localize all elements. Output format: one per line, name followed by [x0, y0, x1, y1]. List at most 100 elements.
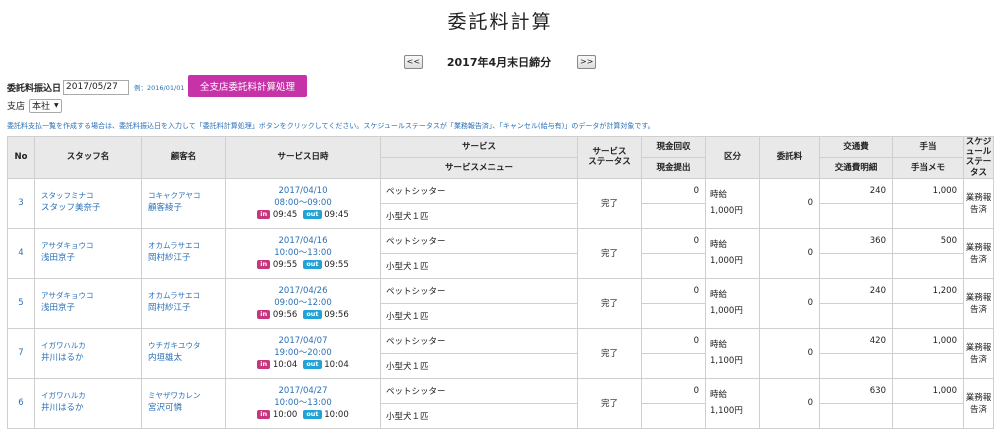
customer-kana[interactable]: ミヤザワカレン [148, 390, 225, 402]
header-cash-submit: 現金提出 [641, 156, 706, 179]
table-row: 4 アサダキョウコ 浅田京子 オカムラサエコ 岡村紗江子 2017/04/16 10:00～… [7, 227, 994, 279]
page-title: 委託料計算 [447, 11, 553, 33]
in-badge: in [257, 310, 271, 320]
staff-kana[interactable]: イガワハルカ [41, 340, 141, 352]
transport-detail [819, 302, 893, 329]
service-status: 完了 [577, 377, 642, 429]
customer-kana[interactable]: ウチガキユウタ [148, 340, 225, 352]
out-time: 09:56 [324, 310, 349, 321]
row-no[interactable]: 7 [7, 327, 35, 379]
commission: 0 [759, 377, 820, 429]
staff-cell[interactable]: イガワハルカ 井川はるか [34, 327, 142, 379]
customer-kana[interactable]: オカムラサエコ [148, 290, 225, 302]
staff-name[interactable]: スタッフ美奈子 [41, 202, 141, 216]
staff-name[interactable]: 井川はるか [41, 352, 141, 366]
service-menu: 小型犬１匹 [380, 402, 578, 429]
staff-cell[interactable]: アサダキョウコ 浅田京子 [34, 277, 142, 329]
transfer-date-input[interactable] [63, 79, 130, 95]
header-schedule-status: スケジュール ステータス [963, 136, 994, 179]
out-time: 10:04 [324, 360, 349, 371]
transport-detail [819, 402, 893, 429]
customer-cell[interactable]: コキャクアヤコ 顧客綾子 [141, 177, 226, 229]
allowance: 1,000 [892, 177, 964, 204]
header-commission: 委託料 [759, 136, 820, 179]
category-rate: 1,100円 [710, 356, 743, 367]
out-time: 09:45 [324, 210, 349, 221]
customer-name[interactable]: 岡村紗江子 [148, 252, 225, 266]
row-no[interactable]: 6 [7, 377, 35, 429]
cash-collect: 0 [641, 177, 706, 204]
staff-name[interactable]: 浅田京子 [41, 252, 141, 266]
customer-name[interactable]: 顧客綾子 [148, 202, 225, 216]
in-time: 09:45 [272, 210, 298, 221]
schedule-status: 業務報告済 [963, 327, 994, 379]
customer-kana[interactable]: コキャクアヤコ [148, 190, 225, 202]
transport: 240 [819, 277, 893, 304]
allowance: 1,000 [892, 327, 964, 354]
category-type: 時給 [710, 190, 728, 201]
in-time: 09:55 [272, 260, 298, 271]
staff-kana[interactable]: アサダキョウコ [41, 240, 141, 252]
service-date[interactable]: 2017/04/10 [226, 185, 380, 197]
commission: 0 [759, 227, 820, 279]
header-transport: 交通費 [819, 136, 893, 158]
chevron-down-icon: ▼ [54, 102, 59, 109]
cash-submit [641, 352, 706, 379]
customer-name[interactable]: 内垣雄太 [148, 352, 225, 366]
out-badge: out [303, 210, 322, 220]
staff-name[interactable]: 井川はるか [41, 402, 141, 416]
out-badge: out [303, 260, 322, 270]
staff-cell[interactable]: イガワハルカ 井川はるか [34, 377, 142, 429]
service-datetime-cell: 2017/04/10 08:00～09:00 in 09:45 out 09:45 [225, 177, 381, 229]
transport: 240 [819, 177, 893, 204]
staff-kana[interactable]: アサダキョウコ [41, 290, 141, 302]
service-name: ペットシッター [380, 227, 578, 254]
customer-cell[interactable]: ウチガキユウタ 内垣雄太 [141, 327, 226, 379]
in-badge: in [257, 260, 271, 270]
service-menu: 小型犬１匹 [380, 302, 578, 329]
in-badge: in [257, 410, 271, 420]
service-date[interactable]: 2017/04/07 [226, 335, 380, 347]
staff-cell[interactable]: アサダキョウコ 浅田京子 [34, 227, 142, 279]
customer-cell[interactable]: ミヤザワカレン 宮沢可憐 [141, 377, 226, 429]
customer-kana[interactable]: オカムラサエコ [148, 240, 225, 252]
header-service-datetime: サービス日時 [225, 136, 381, 179]
out-badge: out [303, 410, 322, 420]
service-date[interactable]: 2017/04/16 [226, 235, 380, 247]
customer-cell[interactable]: オカムラサエコ 岡村紗江子 [141, 277, 226, 329]
row-no[interactable]: 3 [7, 177, 35, 229]
staff-name[interactable]: 浅田京子 [41, 302, 141, 316]
staff-kana[interactable]: イガワハルカ [41, 390, 141, 402]
cash-collect: 0 [641, 277, 706, 304]
row-no[interactable]: 5 [7, 277, 35, 329]
header-allowance-memo: 手当メモ [892, 156, 964, 179]
service-time: 09:00～12:00 [274, 298, 332, 309]
table-row: 3 スタッフミナコ スタッフ美奈子 コキャクアヤコ 顧客綾子 2017/04/10 08:0… [7, 177, 994, 229]
service-date[interactable]: 2017/04/27 [226, 385, 380, 397]
row-no[interactable]: 4 [7, 227, 35, 279]
checkin-checkout: in 10:00 out 10:00 [226, 409, 380, 421]
in-time: 10:04 [272, 360, 298, 371]
header-no: No [7, 136, 35, 179]
allowance-memo [892, 352, 964, 379]
transport-detail [819, 252, 893, 279]
next-period-button[interactable]: >> [577, 55, 597, 69]
service-datetime-cell: 2017/04/07 19:00～20:00 in 10:04 out 10:04 [225, 327, 381, 379]
customer-name[interactable]: 岡村紗江子 [148, 302, 225, 316]
staff-kana[interactable]: スタッフミナコ [41, 190, 141, 202]
calc-all-branches-button[interactable]: 全支店委託料計算処理 [188, 75, 307, 97]
customer-name[interactable]: 宮沢可憐 [148, 402, 225, 416]
service-datetime-cell: 2017/04/27 10:00～13:00 in 10:00 out 10:00 [225, 377, 381, 429]
service-date[interactable]: 2017/04/26 [226, 285, 380, 297]
service-time: 10:00～13:00 [274, 248, 332, 259]
in-badge: in [257, 210, 271, 220]
period-nav: << 2017年4月末日締分 >> [0, 53, 1000, 71]
staff-cell[interactable]: スタッフミナコ スタッフ美奈子 [34, 177, 142, 229]
branch-select[interactable]: 本社 ▼ [29, 98, 62, 113]
prev-period-button[interactable]: << [403, 55, 423, 69]
customer-cell[interactable]: オカムラサエコ 岡村紗江子 [141, 227, 226, 279]
checkin-checkout: in 09:45 out 09:45 [226, 209, 380, 221]
in-time: 10:00 [272, 410, 298, 421]
service-name: ペットシッター [380, 327, 578, 354]
branch-label: 支店 [7, 102, 26, 112]
